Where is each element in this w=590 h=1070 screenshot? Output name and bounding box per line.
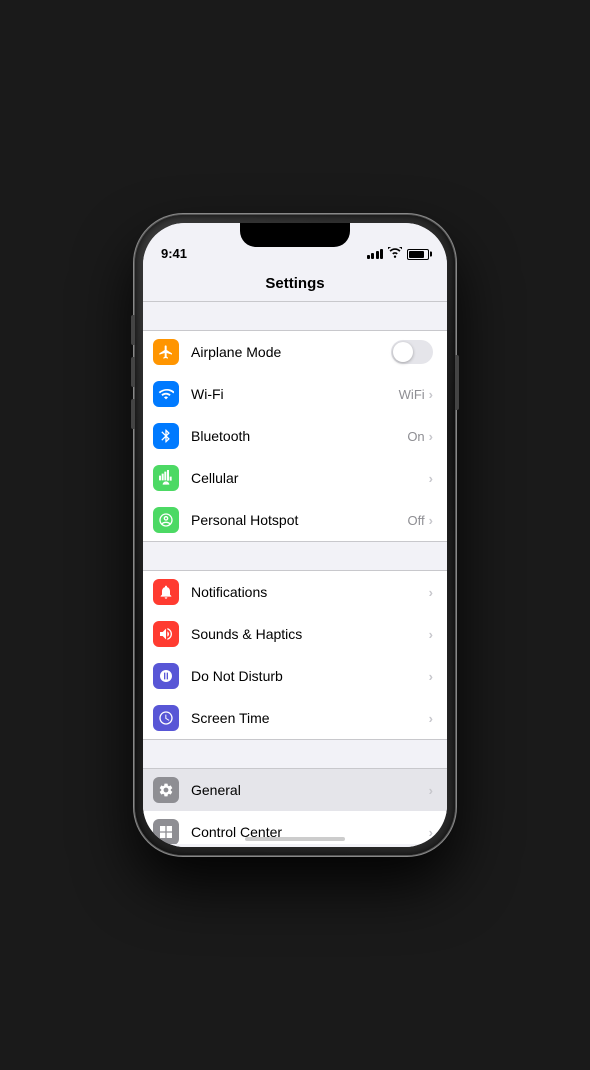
hotspot-value: Off (408, 513, 425, 528)
row-hotspot[interactable]: Personal Hotspot Off › (143, 499, 447, 541)
controlcenter-icon (153, 819, 179, 844)
row-wifi[interactable]: Wi-Fi WiFi › (143, 373, 447, 415)
controlcenter-chevron: › (429, 825, 433, 840)
phone-frame: 9:41 (135, 215, 455, 855)
donotdisturb-chevron: › (429, 669, 433, 684)
section-gap-3 (143, 740, 447, 768)
notch (240, 223, 350, 247)
sounds-chevron: › (429, 627, 433, 642)
home-indicator (245, 837, 345, 841)
notifications-chevron: › (429, 585, 433, 600)
section-gap-1 (143, 302, 447, 330)
cellular-chevron: › (429, 471, 433, 486)
row-donotdisturb[interactable]: Do Not Disturb › (143, 655, 447, 697)
battery-icon (407, 249, 429, 260)
notifications-label: Notifications (191, 584, 429, 600)
section-system: General › Control Center › (143, 768, 447, 844)
hotspot-label: Personal Hotspot (191, 512, 408, 528)
signal-strength (367, 249, 384, 259)
wifi-settings-icon (153, 381, 179, 407)
hotspot-chevron: › (429, 513, 433, 528)
settings-list[interactable]: Airplane Mode Wi-Fi WiFi (143, 302, 447, 844)
phone-screen: 9:41 (143, 223, 447, 847)
cellular-label: Cellular (191, 470, 429, 486)
row-general[interactable]: General › (143, 769, 447, 811)
row-bluetooth[interactable]: Bluetooth On › (143, 415, 447, 457)
screentime-chevron: › (429, 711, 433, 726)
screen-content: Settings Airplane Mode (143, 267, 447, 847)
wifi-label: Wi-Fi (191, 386, 399, 402)
general-icon (153, 777, 179, 803)
row-sounds[interactable]: Sounds & Haptics › (143, 613, 447, 655)
page-title: Settings (265, 275, 324, 292)
bluetooth-label: Bluetooth (191, 428, 407, 444)
bluetooth-icon (153, 423, 179, 449)
donotdisturb-icon (153, 663, 179, 689)
cellular-icon (153, 465, 179, 491)
bluetooth-chevron: › (429, 429, 433, 444)
signal-bar-2 (371, 253, 374, 259)
row-airplane-mode[interactable]: Airplane Mode (143, 331, 447, 373)
wifi-chevron: › (429, 387, 433, 402)
section-connectivity: Airplane Mode Wi-Fi WiFi (143, 330, 447, 542)
notifications-icon (153, 579, 179, 605)
status-time: 9:41 (161, 246, 187, 261)
airplane-mode-toggle-thumb (393, 342, 413, 362)
row-screentime[interactable]: Screen Time › (143, 697, 447, 739)
wifi-icon (388, 247, 402, 261)
general-label: General (191, 782, 429, 798)
airplane-mode-icon (153, 339, 179, 365)
bluetooth-value: On (407, 429, 424, 444)
sounds-label: Sounds & Haptics (191, 626, 429, 642)
row-cellular[interactable]: Cellular › (143, 457, 447, 499)
status-icons (367, 247, 430, 261)
section-gap-2 (143, 542, 447, 570)
nav-bar: Settings (143, 267, 447, 302)
wifi-value: WiFi (399, 387, 425, 402)
screentime-icon (153, 705, 179, 731)
signal-bar-1 (367, 255, 370, 259)
sounds-icon (153, 621, 179, 647)
section-notifications: Notifications › Sounds & Haptics › (143, 570, 447, 740)
airplane-mode-label: Airplane Mode (191, 344, 391, 360)
general-chevron: › (429, 783, 433, 798)
hotspot-icon (153, 507, 179, 533)
row-notifications[interactable]: Notifications › (143, 571, 447, 613)
screentime-label: Screen Time (191, 710, 429, 726)
battery-fill (409, 251, 424, 258)
donotdisturb-label: Do Not Disturb (191, 668, 429, 684)
airplane-mode-toggle[interactable] (391, 340, 433, 364)
signal-bar-4 (380, 249, 383, 259)
signal-bar-3 (376, 251, 379, 259)
